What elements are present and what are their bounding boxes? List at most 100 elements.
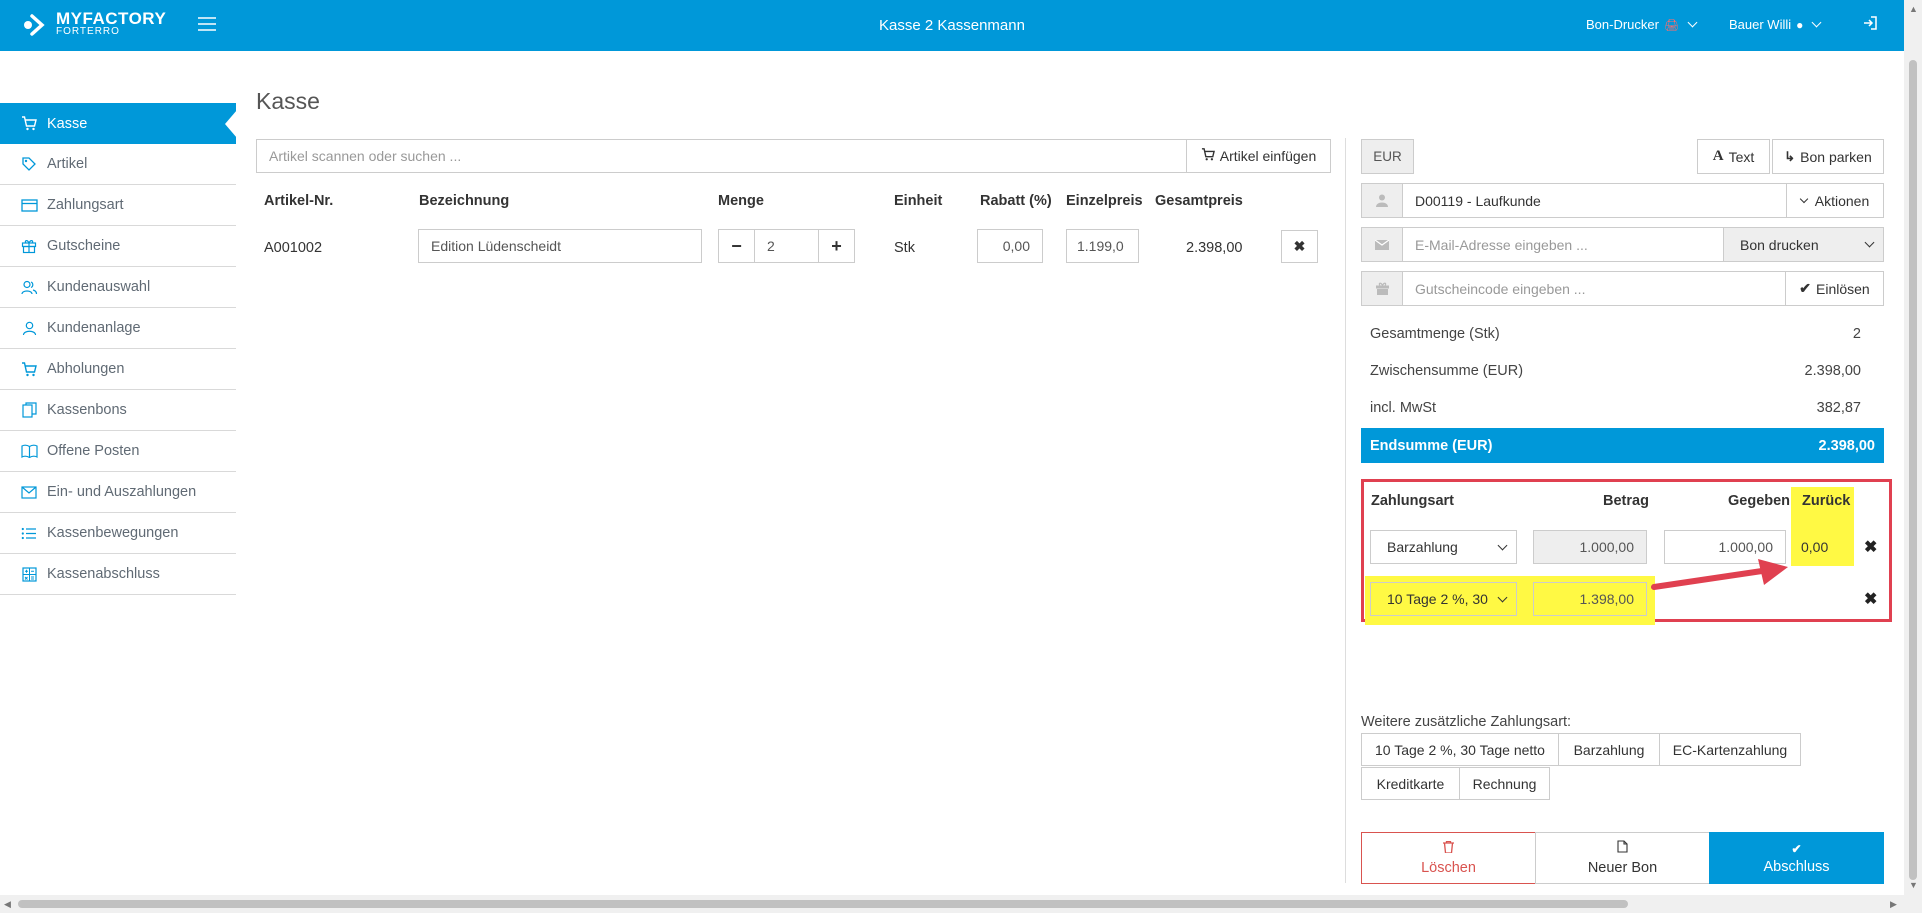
column-header: Bezeichnung xyxy=(419,193,510,209)
scroll-down-icon[interactable]: ▼ xyxy=(1909,880,1918,890)
scrollbar-thumb[interactable] xyxy=(18,900,1628,908)
sidebar-item-kassenabschluss[interactable]: Kassenabschluss xyxy=(0,554,236,595)
sidebar-item-label: Kasse xyxy=(47,115,88,132)
vertical-scrollbar[interactable]: ▲ ▼ xyxy=(1904,0,1922,895)
sidebar-item-zahlungsart[interactable]: Zahlungsart xyxy=(0,185,236,226)
description-input[interactable]: Edition Lüdenscheidt xyxy=(418,229,702,263)
scroll-left-icon[interactable]: ◀ xyxy=(4,899,11,910)
list-icon xyxy=(20,525,38,541)
horizontal-scrollbar[interactable]: ◀ ▶ xyxy=(0,895,1922,913)
sidebar-item-abholungen[interactable]: Abholungen xyxy=(0,349,236,390)
text-button[interactable]: A Text xyxy=(1697,139,1770,174)
print-option-value: Bon drucken xyxy=(1740,236,1819,253)
sidebar-item-kundenanlage[interactable]: Kundenanlage xyxy=(0,308,236,349)
customer-icon xyxy=(1361,183,1403,218)
scroll-up-icon[interactable]: ▲ xyxy=(1909,4,1918,14)
payment-given-value: 1.000,00 xyxy=(1718,539,1774,555)
grand-total-value: 2.398,00 xyxy=(1818,437,1875,454)
remove-row-button[interactable]: ✖ xyxy=(1281,230,1318,263)
redeem-button[interactable]: ✔ Einlösen xyxy=(1785,271,1884,306)
new-receipt-label: Neuer Bon xyxy=(1587,860,1658,876)
gift-icon xyxy=(20,238,38,254)
finish-label: Abschluss xyxy=(1763,858,1830,875)
payment-type-select[interactable]: Barzahlung xyxy=(1370,530,1517,564)
sidebar-item-artikel[interactable]: Artikel xyxy=(0,144,236,185)
printer-dropdown[interactable]: Bon-Drucker 🖨 xyxy=(1586,17,1698,32)
column-header: Einheit xyxy=(894,193,943,209)
annotation-arrow xyxy=(1651,559,1788,590)
font-icon: A xyxy=(1712,148,1724,164)
basket-icon xyxy=(20,361,38,377)
sidebar-item-gutscheine[interactable]: Gutscheine xyxy=(0,226,236,267)
customer-field[interactable]: D00119 - Laufkunde xyxy=(1402,183,1787,218)
print-option-select[interactable]: Bon drucken xyxy=(1723,227,1884,262)
payment-change-header: Zurück xyxy=(1802,493,1851,509)
decrease-quantity-button[interactable]: − xyxy=(718,229,755,263)
plus-icon: + xyxy=(831,235,842,256)
search-placeholder: Artikel scannen oder suchen ... xyxy=(269,148,462,164)
payment-option-label: Kreditkarte xyxy=(1376,775,1445,792)
payment-option-button[interactable]: Barzahlung xyxy=(1558,733,1660,766)
scrollbar-thumb[interactable] xyxy=(1909,60,1917,880)
sidebar-item-ein-und-auszahlungen[interactable]: Ein- und Auszahlungen xyxy=(0,472,236,513)
actions-dropdown-button[interactable]: Aktionen xyxy=(1786,183,1884,218)
chevron-down-icon xyxy=(1864,237,1875,248)
new-receipt-button[interactable]: Neuer Bon xyxy=(1535,832,1710,884)
close-icon[interactable]: ✖ xyxy=(1864,537,1877,557)
text-label: Text xyxy=(1728,148,1755,165)
finish-button[interactable]: ✔ Abschluss xyxy=(1709,832,1884,884)
payment-option-button[interactable]: Kreditkarte xyxy=(1361,767,1460,800)
logout-icon[interactable] xyxy=(1862,15,1878,31)
printer-label: Bon-Drucker xyxy=(1586,17,1659,32)
quantity-input[interactable]: 2 xyxy=(754,229,819,263)
payment-option-button[interactable]: Rechnung xyxy=(1459,767,1550,800)
email-input[interactable]: E-Mail-Adresse eingeben ... xyxy=(1402,227,1724,262)
article-number: A001002 xyxy=(264,240,323,256)
total-price: 2.398,00 xyxy=(1186,240,1243,256)
user-dropdown[interactable]: Bauer Willi ● xyxy=(1729,17,1822,32)
sidebar-item-label: Kundenanlage xyxy=(47,320,141,336)
sidebar-item-label: Kassenbewegungen xyxy=(47,525,179,541)
insert-article-button[interactable]: Artikel einfügen xyxy=(1186,139,1331,173)
check-icon: ✔ xyxy=(1799,280,1812,296)
chevron-down-icon xyxy=(1497,540,1508,550)
close-icon[interactable]: ✖ xyxy=(1864,589,1877,609)
user-icon xyxy=(20,320,38,336)
payment-option-button[interactable]: 10 Tage 2 %, 30 Tage netto xyxy=(1361,733,1559,766)
sidebar-item-kundenauswahl[interactable]: Kundenauswahl xyxy=(0,267,236,308)
column-header: Menge xyxy=(718,193,764,209)
delete-button[interactable]: Löschen xyxy=(1361,832,1536,884)
search-input[interactable]: Artikel scannen oder suchen ... xyxy=(256,139,1187,173)
sidebar-item-kassenbons[interactable]: Kassenbons xyxy=(0,390,236,431)
payment-option-label: 10 Tage 2 %, 30 Tage netto xyxy=(1375,741,1545,758)
payment-amount-input[interactable]: 1.398,00 xyxy=(1533,582,1647,616)
payment-amount-value: 1.000,00 xyxy=(1579,539,1635,555)
sidebar-item-label: Kassenbons xyxy=(47,402,127,418)
unit-price-value: 1.199,0 xyxy=(1077,238,1124,254)
chevron-down-icon xyxy=(1799,194,1808,204)
vat-label: incl. MwSt xyxy=(1370,400,1437,416)
discount-input[interactable]: 0,00 xyxy=(977,229,1043,263)
sidebar-item-offene-posten[interactable]: Offene Posten xyxy=(0,431,236,472)
actions-label: Aktionen xyxy=(1814,192,1870,209)
envelope-icon xyxy=(1361,227,1403,262)
park-receipt-button[interactable]: ↳ Bon parken xyxy=(1772,139,1884,174)
voucher-input[interactable]: Gutscheincode eingeben ... xyxy=(1402,271,1786,306)
scroll-right-icon[interactable]: ▶ xyxy=(1890,899,1897,910)
panel-divider xyxy=(1345,138,1346,883)
minus-icon: − xyxy=(731,235,742,256)
unit-price-input[interactable]: 1.199,0 xyxy=(1066,229,1139,263)
currency-button[interactable]: EUR xyxy=(1361,139,1414,174)
column-header: Rabatt (%) xyxy=(980,193,1052,209)
sidebar-item-kasse[interactable]: Kasse xyxy=(0,103,237,144)
payment-option-button[interactable]: EC-Kartenzahlung xyxy=(1659,733,1801,766)
chevron-down-icon xyxy=(1497,592,1508,602)
payment-type-select[interactable]: 10 Tage 2 %, 30 xyxy=(1370,582,1517,616)
gift-icon xyxy=(1361,271,1403,306)
payment-given-header: Gegeben xyxy=(1728,493,1791,509)
sidebar-item-kassenbewegungen[interactable]: Kassenbewegungen xyxy=(0,513,236,554)
increase-quantity-button[interactable]: + xyxy=(818,229,855,263)
credit-card-icon xyxy=(20,197,38,213)
trash-icon xyxy=(1443,840,1454,857)
app-frame: MYFACTORY FORTERRO Kasse 2 Kassenmann Bo… xyxy=(0,0,1904,895)
